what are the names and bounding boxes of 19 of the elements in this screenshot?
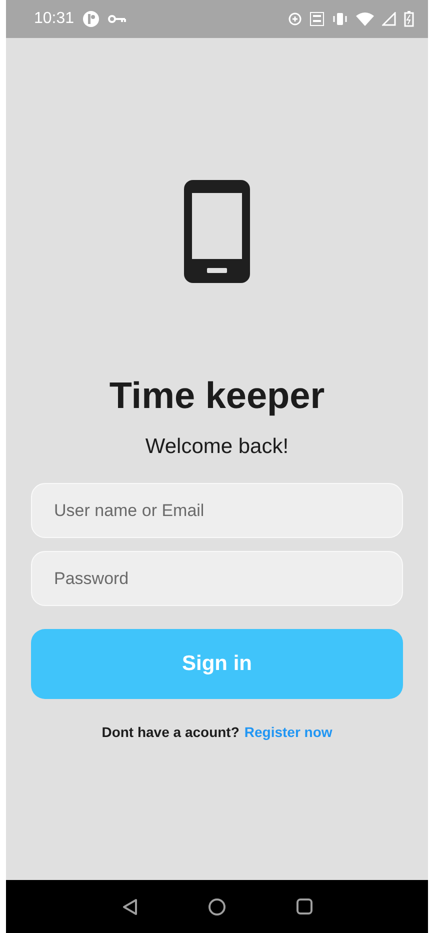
- notification-icon: [82, 10, 100, 28]
- vibrate-icon: [332, 12, 348, 26]
- key-icon: [108, 14, 126, 24]
- wifi-icon: [356, 12, 374, 26]
- sign-in-button[interactable]: Sign in: [31, 629, 403, 699]
- signal-icon: [382, 12, 396, 26]
- welcome-text: Welcome back!: [145, 435, 289, 459]
- home-icon[interactable]: [208, 898, 226, 916]
- clock: 10:31: [34, 10, 74, 28]
- register-link[interactable]: Register now: [244, 724, 332, 740]
- app-title: Time keeper: [109, 375, 325, 417]
- input-field[interactable]: Password: [31, 551, 403, 606]
- input-field[interactable]: User name or Email: [31, 483, 403, 538]
- battery-icon: [404, 11, 414, 27]
- smartphone-icon: [184, 180, 250, 283]
- back-icon[interactable]: [122, 898, 138, 916]
- data-saver-icon: [288, 12, 302, 26]
- recents-icon[interactable]: [296, 898, 312, 915]
- account-prompt: Dont have a acount?: [102, 724, 240, 740]
